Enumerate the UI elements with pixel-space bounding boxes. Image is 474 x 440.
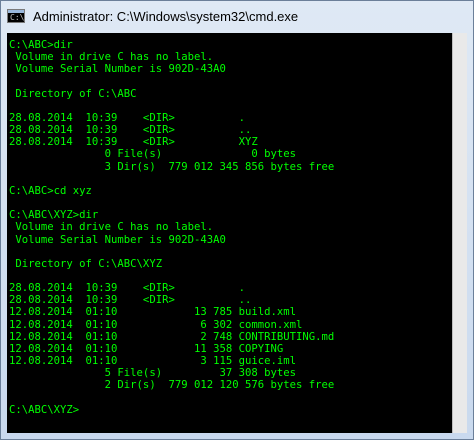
console-line: Volume Serial Number is 902D-43A0 bbox=[9, 233, 226, 246]
console-line: Directory of C:\ABC\XYZ bbox=[9, 257, 163, 270]
console-line: C:\ABC>cd xyz bbox=[9, 184, 92, 197]
console-line: 2 Dir(s) 779 012 120 576 bytes free bbox=[9, 379, 335, 392]
console-line: 28.08.2014 10:39 <DIR> .. bbox=[9, 294, 252, 307]
console-line: Directory of C:\ABC bbox=[9, 87, 137, 100]
console-area[interactable]: C:\ABC>dir Volume in drive C has no labe… bbox=[7, 33, 467, 433]
console-line: 12.08.2014 01:10 6 302 common.xml bbox=[9, 318, 303, 331]
window-title: Administrator: C:\Windows\system32\cmd.e… bbox=[33, 8, 299, 24]
console-line: C:\ABC>dir bbox=[9, 39, 73, 51]
console-line: 12.08.2014 01:10 3 115 guice.iml bbox=[9, 355, 297, 368]
console-line: 3 Dir(s) 779 012 345 856 bytes free bbox=[9, 160, 335, 173]
console-line: 0 File(s) 0 bytes bbox=[9, 148, 297, 161]
console-line: 12.08.2014 01:10 2 748 CONTRIBUTING.md bbox=[9, 330, 335, 343]
console-line: 5 File(s) 37 308 bytes bbox=[9, 367, 297, 380]
console-line: 28.08.2014 10:39 <DIR> . bbox=[9, 111, 245, 124]
title-bar[interactable]: C:\ Administrator: C:\Windows\system32\c… bbox=[1, 1, 473, 31]
console-line: 28.08.2014 10:39 <DIR> . bbox=[9, 282, 245, 295]
cmd-icon[interactable]: C:\ bbox=[7, 9, 25, 23]
console-output: C:\ABC>dir Volume in drive C has no labe… bbox=[7, 33, 467, 416]
console-line: 12.08.2014 01:10 11 358 COPYING bbox=[9, 342, 284, 355]
console-line: 28.08.2014 10:39 <DIR> .. bbox=[9, 124, 252, 137]
vertical-scrollbar[interactable] bbox=[452, 33, 467, 433]
console-line: 28.08.2014 10:39 <DIR> XYZ bbox=[9, 136, 258, 149]
console-line: 12.08.2014 01:10 13 785 build.xml bbox=[9, 306, 297, 319]
console-line: C:\ABC\XYZ>dir bbox=[9, 209, 99, 222]
console-line: C:\ABC\XYZ> bbox=[9, 403, 80, 416]
cmd-window: C:\ Administrator: C:\Windows\system32\c… bbox=[0, 0, 474, 440]
console-line: Volume in drive C has no label. bbox=[9, 221, 214, 234]
console-line: Volume in drive C has no label. bbox=[9, 51, 214, 64]
console-line: Volume Serial Number is 902D-43A0 bbox=[9, 63, 226, 76]
